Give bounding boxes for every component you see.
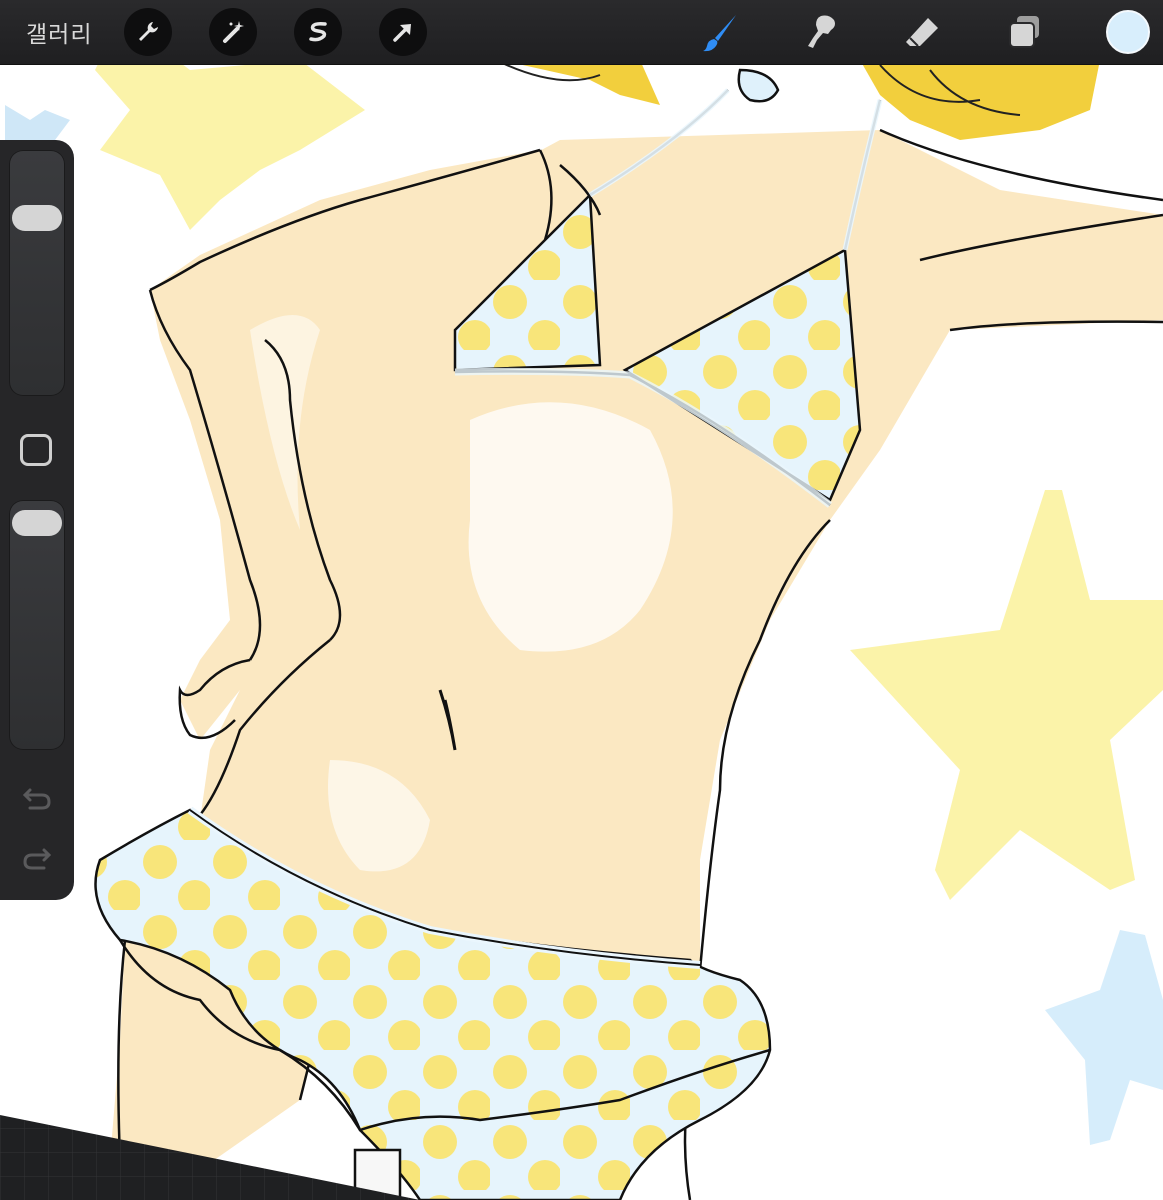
eraser-tool-button[interactable] [900,10,944,54]
redo-icon [22,846,52,876]
background-star-yellow-right [850,490,1163,900]
brush-size-slider[interactable] [9,150,65,396]
selection-icon [305,19,331,45]
eraser-icon [902,12,942,52]
smudge-icon [801,12,841,52]
gallery-button[interactable]: 갤러리 [26,15,92,49]
color-picker-button[interactable] [1106,10,1150,54]
actions-button[interactable] [124,8,172,56]
opacity-slider[interactable] [9,500,65,750]
adjustments-button[interactable] [209,8,257,56]
move-arrow-icon [390,19,416,45]
hair [499,60,1100,140]
redo-button[interactable] [20,844,54,878]
transform-button[interactable] [379,8,427,56]
brush-size-slider-thumb[interactable] [12,205,62,231]
undo-button[interactable] [20,784,54,818]
layers-button[interactable] [1003,10,1047,54]
left-sidebar [0,140,74,900]
wrench-icon [135,19,161,45]
opacity-slider-thumb[interactable] [12,510,62,536]
brush-tool-button[interactable] [698,10,742,54]
drawing-canvas[interactable] [0,0,1163,1200]
magic-wand-icon [220,19,246,45]
top-toolbar: 갤러리 [0,0,1163,65]
undo-icon [22,786,52,816]
smudge-tool-button[interactable] [799,10,843,54]
modify-button[interactable] [20,434,52,466]
background-star-blue-right [1045,930,1163,1145]
layers-icon [1005,12,1045,52]
background-star-blue-left [5,105,70,140]
selection-button[interactable] [294,8,342,56]
brush-icon [700,12,740,52]
